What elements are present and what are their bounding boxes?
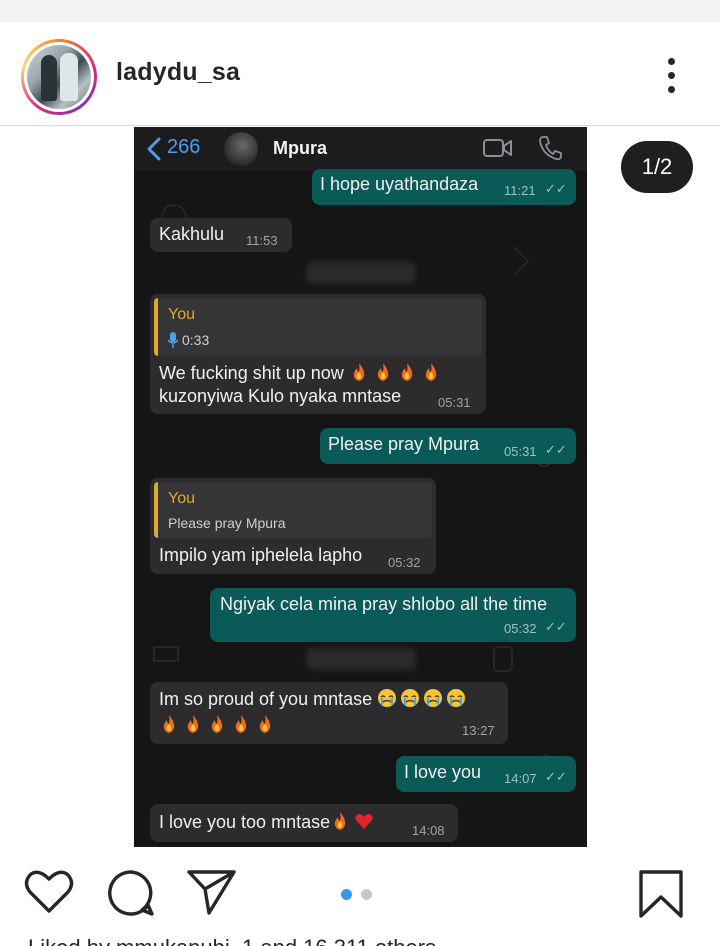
quoted-author: You (168, 306, 195, 323)
quoted-author: You (168, 490, 195, 507)
read-ticks-icon: ✓✓ (545, 769, 567, 784)
message-time: 05:32 (388, 555, 421, 570)
status-bar (0, 0, 720, 22)
avatar-photo (27, 45, 91, 109)
message-time: 11:53 (246, 233, 278, 248)
contact-name[interactable]: Mpura (273, 138, 327, 159)
fire-emoji-icon (163, 715, 175, 733)
message-text-line: Im so proud of you mntase (159, 688, 469, 710)
fire-emoji-icon (377, 363, 388, 381)
crying-face-emoji-icon (401, 689, 420, 707)
microphone-icon (168, 332, 178, 348)
chat-header: 266 Mpura (134, 127, 587, 171)
message-bubble-incoming[interactable]: I love you too mntase 14:08 (150, 804, 458, 842)
unread-count[interactable]: 266 (167, 136, 200, 159)
message-bubble-outgoing[interactable]: Please pray Mpura 05:31 ✓✓ (320, 428, 576, 464)
message-time: 13:27 (462, 723, 495, 738)
quoted-reply[interactable]: You 0:33 (154, 298, 482, 356)
message-time: 05:31 (438, 395, 471, 410)
fire-emoji-icon (211, 715, 223, 733)
fire-emoji-icon (353, 363, 364, 381)
message-bubble-incoming[interactable]: Im so proud of you mntase 13:27 (150, 682, 508, 744)
message-time: 05:32 (504, 621, 537, 636)
message-text: Ngiyak cela mina pray shlobo all the tim… (220, 594, 548, 614)
post-username[interactable]: ladydu_sa (116, 58, 240, 87)
likes-summary[interactable]: Liked by mmukanubi. 1 and 16,311 others (28, 935, 436, 946)
read-ticks-icon: ✓✓ (545, 181, 567, 196)
contact-avatar[interactable] (224, 132, 258, 166)
quoted-text: Please pray Mpura (168, 515, 286, 531)
message-bubble-outgoing[interactable]: I hope uyathandaza 11:21 ✓✓ (312, 169, 576, 205)
message-time: 14:07 (504, 771, 537, 786)
date-divider (306, 262, 416, 284)
message-text-line: kuzonyiwa Kulo nyaka mntase (159, 386, 402, 406)
message-text-line: We fucking shit up now (159, 362, 445, 384)
carousel-page-indicator: 1/2 (621, 141, 693, 193)
message-text: Please pray Mpura (328, 434, 480, 454)
voice-call-icon[interactable] (538, 135, 562, 161)
red-heart-emoji-icon (355, 814, 373, 829)
message-text: I hope uyathandaza (320, 174, 479, 194)
crying-face-emoji-icon (424, 689, 443, 707)
message-text: I love you (404, 762, 482, 782)
avatar[interactable] (21, 39, 97, 115)
message-bubble-incoming[interactable]: Kakhulu 11:53 (150, 218, 292, 252)
quoted-voice-duration: 0:33 (182, 332, 210, 348)
post-header: ladydu_sa (0, 22, 720, 126)
quoted-reply[interactable]: You Please pray Mpura (154, 482, 432, 538)
message-text: Kakhulu (159, 224, 225, 244)
back-chevron-icon[interactable] (146, 137, 162, 161)
crying-face-emoji-icon (378, 689, 397, 707)
heart-icon[interactable] (24, 869, 74, 915)
message-time: 05:31 (504, 444, 537, 459)
fire-emoji-icon (235, 715, 247, 733)
bookmark-icon[interactable] (638, 869, 684, 919)
read-ticks-icon: ✓✓ (545, 442, 567, 457)
message-text: Impilo yam iphelela lapho (159, 545, 363, 565)
fire-emoji-icon (401, 363, 412, 381)
comment-icon[interactable] (107, 869, 155, 917)
video-call-icon[interactable] (483, 137, 513, 159)
message-text-line: I love you too mntase (159, 811, 378, 833)
post-image[interactable]: 266 Mpura I hope uyathandaza 11:21 ✓✓ Ka… (0, 127, 720, 847)
crying-face-emoji-icon (447, 689, 466, 707)
share-icon[interactable] (187, 869, 237, 915)
message-time: 11:21 (504, 183, 536, 198)
carousel-dot-active (341, 889, 352, 900)
fire-emoji-icon (425, 363, 436, 381)
fire-emoji-icon (259, 715, 271, 733)
post-action-bar: Liked by mmukanubi. 1 and 16,311 others (0, 847, 720, 946)
read-ticks-icon: ✓✓ (545, 619, 567, 634)
message-bubble-incoming[interactable]: You 0:33 We fucking shit up now kuzonyiw… (150, 294, 486, 414)
message-bubble-outgoing[interactable]: Ngiyak cela mina pray shlobo all the tim… (210, 588, 576, 642)
more-options-icon[interactable] (656, 52, 688, 100)
carousel-dot (361, 889, 372, 900)
emoji-row (159, 714, 279, 736)
fire-emoji-icon (187, 715, 199, 733)
chat-screenshot: 266 Mpura I hope uyathandaza 11:21 ✓✓ Ka… (134, 127, 587, 847)
fire-emoji-icon (334, 812, 346, 830)
message-bubble-outgoing[interactable]: I love you 14:07 ✓✓ (396, 756, 576, 792)
message-time: 14:08 (412, 823, 445, 838)
message-bubble-incoming[interactable]: You Please pray Mpura Impilo yam iphelel… (150, 478, 436, 574)
date-divider (306, 648, 416, 670)
